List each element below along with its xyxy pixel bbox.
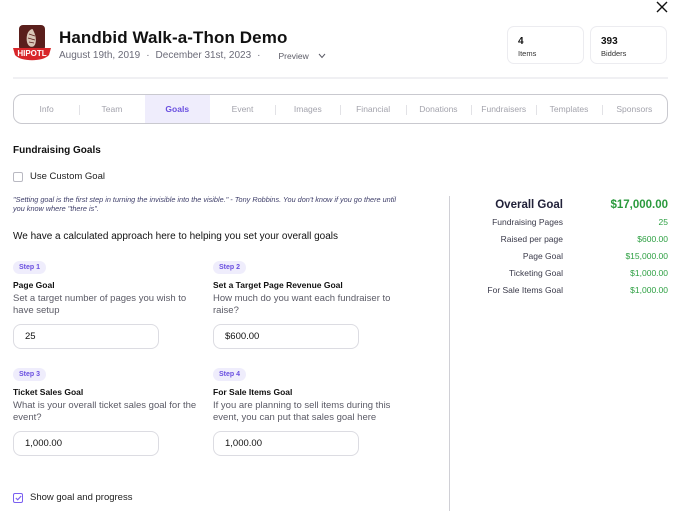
- step-badge: Step 2: [213, 261, 247, 274]
- date-separator: ·: [257, 50, 261, 61]
- summary-value: $600.00: [637, 234, 668, 245]
- event-title: Handbid Walk-a-Thon Demo: [59, 28, 288, 47]
- preview-label: Preview: [278, 50, 309, 61]
- tab-fundraisers[interactable]: Fundraisers: [471, 95, 536, 123]
- page-goal-input[interactable]: [13, 324, 159, 349]
- step-description: What is your overall ticket sales goal f…: [13, 400, 197, 423]
- summary-value: $17,000.00: [610, 198, 668, 211]
- stat-card-items[interactable]: 4 Items: [507, 26, 584, 64]
- preview-dropdown[interactable]: Preview: [279, 51, 326, 61]
- summary-row: Ticketing Goal $1,000.00: [470, 264, 668, 281]
- stat-label: Bidders: [601, 49, 627, 58]
- summary-label: Page Goal: [522, 250, 563, 261]
- checkbox-label: Show goal and progress: [30, 492, 133, 503]
- step-page-revenue-goal: Step 2 Set a Target Page Revenue Goal Ho…: [213, 256, 408, 349]
- step-badge: Step 3: [13, 368, 47, 381]
- close-button[interactable]: [654, 0, 670, 16]
- tab-team[interactable]: Team: [79, 95, 144, 123]
- step-ticket-sales-goal: Step 3 Ticket Sales Goal What is your ov…: [13, 363, 208, 456]
- goal-quote: "Setting goal is the first step in turni…: [13, 195, 396, 213]
- summary-label: Raised per page: [500, 234, 563, 245]
- stat-card-bidders[interactable]: 393 Bidders: [590, 26, 667, 64]
- summary-row: For Sale Items Goal $1,000.00: [470, 281, 668, 298]
- checkbox-unchecked[interactable]: [13, 171, 23, 182]
- summary-label: Fundraising Pages: [492, 217, 563, 228]
- checkmark-icon: [14, 495, 22, 501]
- summary-row: Fundraising Pages 25: [470, 214, 668, 231]
- tab-financial[interactable]: Financial: [340, 95, 405, 123]
- ticket-sales-input[interactable]: [13, 431, 159, 456]
- summary-value: 25: [658, 217, 668, 228]
- section-title: Fundraising Goals: [13, 145, 101, 156]
- tab-info[interactable]: Info: [14, 95, 79, 123]
- summary-value: $1,000.00: [630, 267, 668, 278]
- summary-label: Ticketing Goal: [508, 267, 563, 278]
- date-separator: ·: [146, 50, 150, 61]
- show-progress-checkbox[interactable]: Show goal and progress: [13, 492, 132, 503]
- step-badge: Step 1: [13, 261, 47, 274]
- header-divider: [13, 77, 668, 79]
- custom-goal-checkbox[interactable]: Use Custom Goal: [13, 171, 105, 182]
- checkbox-checked[interactable]: [13, 492, 23, 503]
- event-logo: HIPOTL: [13, 25, 51, 63]
- tab-donations[interactable]: Donations: [405, 95, 471, 123]
- tab-templates[interactable]: Templates: [536, 95, 601, 123]
- summary-value: $15,000.00: [625, 250, 668, 261]
- stat-value: 4: [518, 36, 524, 47]
- for-sale-items-input[interactable]: [213, 431, 359, 456]
- tab-event[interactable]: Event: [210, 95, 275, 123]
- goal-summary: Overall Goal $17,000.00 Fundraising Page…: [470, 195, 668, 298]
- event-dates: August 19th, 2019 · December 31st, 2023 …: [59, 50, 326, 61]
- page-revenue-input[interactable]: [213, 324, 359, 349]
- step-title: Ticket Sales Goal: [13, 387, 84, 397]
- summary-label: For Sale Items Goal: [487, 284, 563, 295]
- checkbox-label: Use Custom Goal: [30, 171, 105, 182]
- step-title: Set a Target Page Revenue Goal: [213, 280, 343, 290]
- close-icon: [656, 1, 668, 13]
- step-title: For Sale Items Goal: [213, 387, 293, 397]
- end-date: December 31st, 2023: [155, 50, 252, 61]
- tab-sponsors[interactable]: Sponsors: [601, 95, 667, 123]
- step-description: How much do you want each fundraiser to …: [213, 293, 391, 316]
- chevron-down-icon: [318, 53, 326, 58]
- tab-goals[interactable]: Goals: [144, 95, 210, 123]
- stat-value: 393: [601, 36, 618, 47]
- step-page-goal: Step 1 Page Goal Set a target number of …: [13, 256, 208, 349]
- vertical-divider: [449, 196, 450, 511]
- tab-images[interactable]: Images: [275, 95, 340, 123]
- step-for-sale-items-goal: Step 4 For Sale Items Goal If you are pl…: [213, 363, 408, 456]
- summary-value: $1,000.00: [630, 284, 668, 295]
- summary-row-overall: Overall Goal $17,000.00: [470, 195, 668, 214]
- step-description: Set a target number of pages you wish to…: [13, 293, 187, 316]
- start-date: August 19th, 2019: [59, 50, 141, 61]
- stat-label: Items: [518, 49, 537, 58]
- tab-bar: Info Team Goals Event Images Financial D…: [13, 94, 668, 124]
- logo-text: HIPOTL: [17, 49, 46, 58]
- step-description: If you are planning to sell items during…: [213, 400, 391, 423]
- summary-row: Raised per page $600.00: [470, 231, 668, 248]
- summary-row: Page Goal $15,000.00: [470, 248, 668, 265]
- goals-intro: We have a calculated approach here to he…: [13, 231, 339, 242]
- step-title: Page Goal: [13, 280, 55, 290]
- step-badge: Step 4: [213, 368, 247, 381]
- summary-label: Overall Goal: [495, 198, 563, 211]
